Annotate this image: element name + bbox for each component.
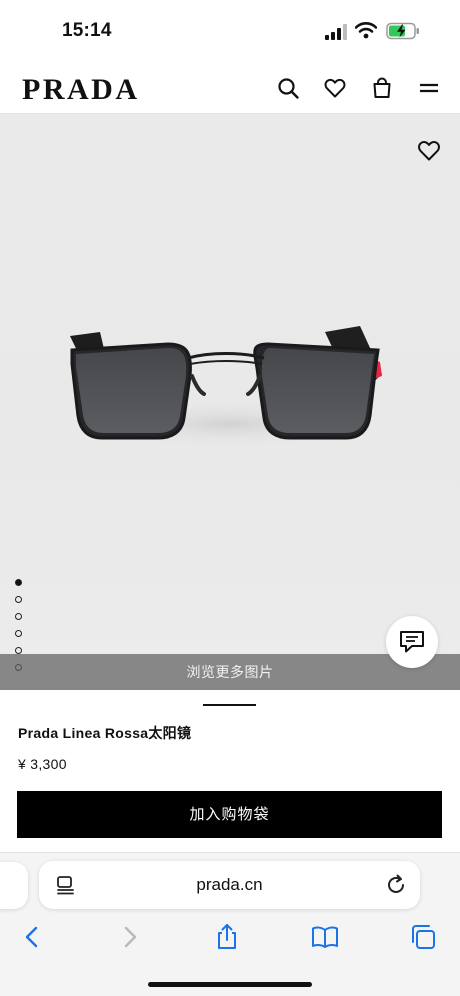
gallery-dot-3[interactable] xyxy=(15,613,22,620)
gallery-dot-2[interactable] xyxy=(15,596,22,603)
gallery-dot-5[interactable] xyxy=(15,647,22,654)
browser-toolbar: prada.cn xyxy=(0,852,460,996)
gallery-dot-4[interactable] xyxy=(15,630,22,637)
tabs-icon[interactable] xyxy=(409,923,437,951)
share-icon[interactable] xyxy=(213,923,241,951)
add-to-bag-button[interactable]: 加入购物袋 xyxy=(17,791,442,838)
sunglasses-product-image xyxy=(70,326,382,450)
site-header: PRADA xyxy=(0,62,460,114)
prada-logo[interactable]: PRADA xyxy=(22,72,140,108)
status-time: 15:14 xyxy=(62,20,112,41)
chat-button[interactable] xyxy=(386,616,438,668)
battery-charging-icon xyxy=(386,22,419,40)
add-to-wishlist-heart-icon[interactable] xyxy=(416,138,442,162)
shopping-bag-icon[interactable] xyxy=(370,76,394,100)
bookmarks-icon[interactable] xyxy=(311,923,339,951)
search-icon[interactable] xyxy=(276,76,300,100)
gallery-dot-1[interactable] xyxy=(15,579,22,586)
status-bar: 15:14 xyxy=(0,0,460,62)
chat-bubble-icon xyxy=(400,631,424,653)
url-text: prada.cn xyxy=(196,875,263,894)
image-scroll-indicator xyxy=(203,704,256,706)
home-indicator[interactable] xyxy=(148,982,312,987)
heart-icon[interactable] xyxy=(323,76,347,100)
wifi-icon xyxy=(355,22,377,39)
product-price: ¥ 3,300 xyxy=(18,756,67,772)
cellular-signal-icon xyxy=(325,24,347,40)
forward-icon[interactable] xyxy=(116,923,144,951)
menu-icon[interactable] xyxy=(417,76,441,100)
back-icon[interactable] xyxy=(18,923,46,951)
previous-tab-preview[interactable] xyxy=(0,862,28,909)
product-name: Prada Linea Rossa太阳镜 xyxy=(18,725,192,741)
reload-icon[interactable] xyxy=(385,874,407,896)
address-bar[interactable]: prada.cn xyxy=(39,861,420,909)
browse-more-images-bar[interactable]: 浏览更多图片 xyxy=(0,654,460,690)
product-image-gallery[interactable]: 浏览更多图片 xyxy=(0,114,460,690)
